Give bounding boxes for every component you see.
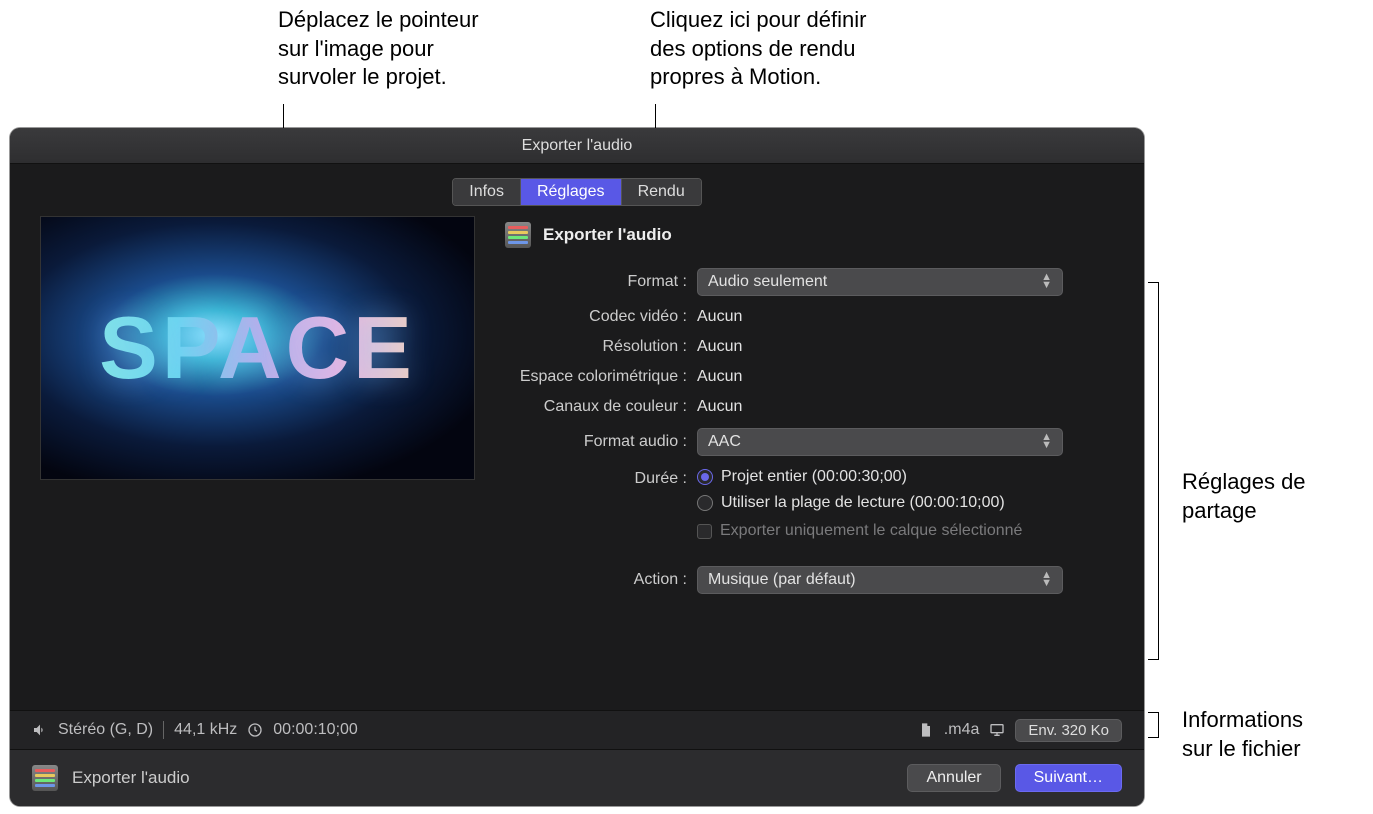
chevron-updown-icon: ▲▼ bbox=[1041, 434, 1052, 449]
value-colorspace: Aucun bbox=[697, 368, 742, 386]
toolbar: Exporter l'audio Annuler Suivant… bbox=[10, 750, 1144, 806]
label-video-codec: Codec vidéo : bbox=[505, 308, 697, 326]
speaker-icon bbox=[32, 722, 48, 738]
select-format-value: Audio seulement bbox=[708, 273, 827, 291]
radio-whole-project-label: Projet entier (00:00:30;00) bbox=[721, 468, 907, 486]
select-audio-format-value: AAC bbox=[708, 433, 741, 451]
select-action-value: Musique (par défaut) bbox=[708, 571, 856, 589]
bracket-fileinfo bbox=[1158, 712, 1159, 738]
settings-panel: Exporter l'audio Format : Audio seulemen… bbox=[505, 216, 1114, 606]
chevron-updown-icon: ▲▼ bbox=[1041, 274, 1052, 289]
annotation-file-info: Informations sur le fichier bbox=[1182, 706, 1303, 763]
status-timecode: 00:00:10;00 bbox=[273, 721, 358, 739]
export-audio-dialog: Exporter l'audio Infos Réglages Rendu Ex… bbox=[10, 128, 1144, 806]
label-resolution: Résolution : bbox=[505, 338, 697, 356]
radio-icon bbox=[697, 469, 713, 485]
tab-infos[interactable]: Infos bbox=[453, 179, 521, 205]
section-title: Exporter l'audio bbox=[543, 225, 672, 245]
radio-play-range-label: Utiliser la plage de lecture (00:00:10;0… bbox=[721, 494, 1005, 512]
bracket-settings bbox=[1158, 282, 1159, 660]
toolbar-title: Exporter l'audio bbox=[72, 768, 190, 788]
status-audio: Stéréo (G, D) bbox=[58, 721, 153, 739]
select-format[interactable]: Audio seulement ▲▼ bbox=[697, 268, 1063, 296]
checkbox-export-selected-layer: Exporter uniquement le calque sélectionn… bbox=[697, 522, 1022, 540]
status-extension: .m4a bbox=[944, 721, 980, 739]
select-audio-format[interactable]: AAC ▲▼ bbox=[697, 428, 1063, 456]
label-colorspace: Espace colorimétrique : bbox=[505, 368, 697, 386]
select-action[interactable]: Musique (par défaut) ▲▼ bbox=[697, 566, 1063, 594]
tab-rendu[interactable]: Rendu bbox=[622, 179, 701, 205]
next-button[interactable]: Suivant… bbox=[1015, 764, 1122, 792]
divider bbox=[163, 721, 164, 739]
clock-icon bbox=[247, 722, 263, 738]
chevron-updown-icon: ▲▼ bbox=[1041, 572, 1052, 587]
radio-whole-project[interactable]: Projet entier (00:00:30;00) bbox=[697, 468, 1022, 486]
cancel-button[interactable]: Annuler bbox=[907, 764, 1000, 792]
radio-icon bbox=[697, 495, 713, 511]
label-color-channels: Canaux de couleur : bbox=[505, 398, 697, 416]
radio-play-range[interactable]: Utiliser la plage de lecture (00:00:10;0… bbox=[697, 494, 1022, 512]
checkbox-export-selected-label: Exporter uniquement le calque sélectionn… bbox=[720, 522, 1022, 540]
tab-reglages[interactable]: Réglages bbox=[521, 179, 622, 205]
file-icon bbox=[918, 722, 934, 738]
checkbox-icon bbox=[697, 524, 712, 539]
motion-app-icon bbox=[505, 222, 531, 248]
preview-thumbnail[interactable] bbox=[40, 216, 475, 480]
callout-rendu: Cliquez ici pour définir des options de … bbox=[650, 6, 866, 92]
motion-app-icon bbox=[32, 765, 58, 791]
status-bar: Stéréo (G, D) 44,1 kHz 00:00:10;00 .m4a … bbox=[10, 710, 1144, 750]
value-video-codec: Aucun bbox=[697, 308, 742, 326]
status-rate: 44,1 kHz bbox=[174, 721, 237, 739]
dialog-title: Exporter l'audio bbox=[10, 128, 1144, 164]
monitor-icon bbox=[989, 722, 1005, 738]
label-format: Format : bbox=[505, 273, 697, 291]
label-duration: Durée : bbox=[505, 468, 697, 488]
label-audio-format: Format audio : bbox=[505, 433, 697, 451]
file-size-chip: Env. 320 Ko bbox=[1015, 719, 1122, 742]
tab-bar: Infos Réglages Rendu bbox=[10, 164, 1144, 216]
label-action: Action : bbox=[505, 571, 697, 589]
annotation-reglages-partage: Réglages de partage bbox=[1182, 468, 1306, 525]
callout-pointer: Déplacez le pointeur sur l'image pour su… bbox=[278, 6, 479, 92]
value-color-channels: Aucun bbox=[697, 398, 742, 416]
value-resolution: Aucun bbox=[697, 338, 742, 356]
